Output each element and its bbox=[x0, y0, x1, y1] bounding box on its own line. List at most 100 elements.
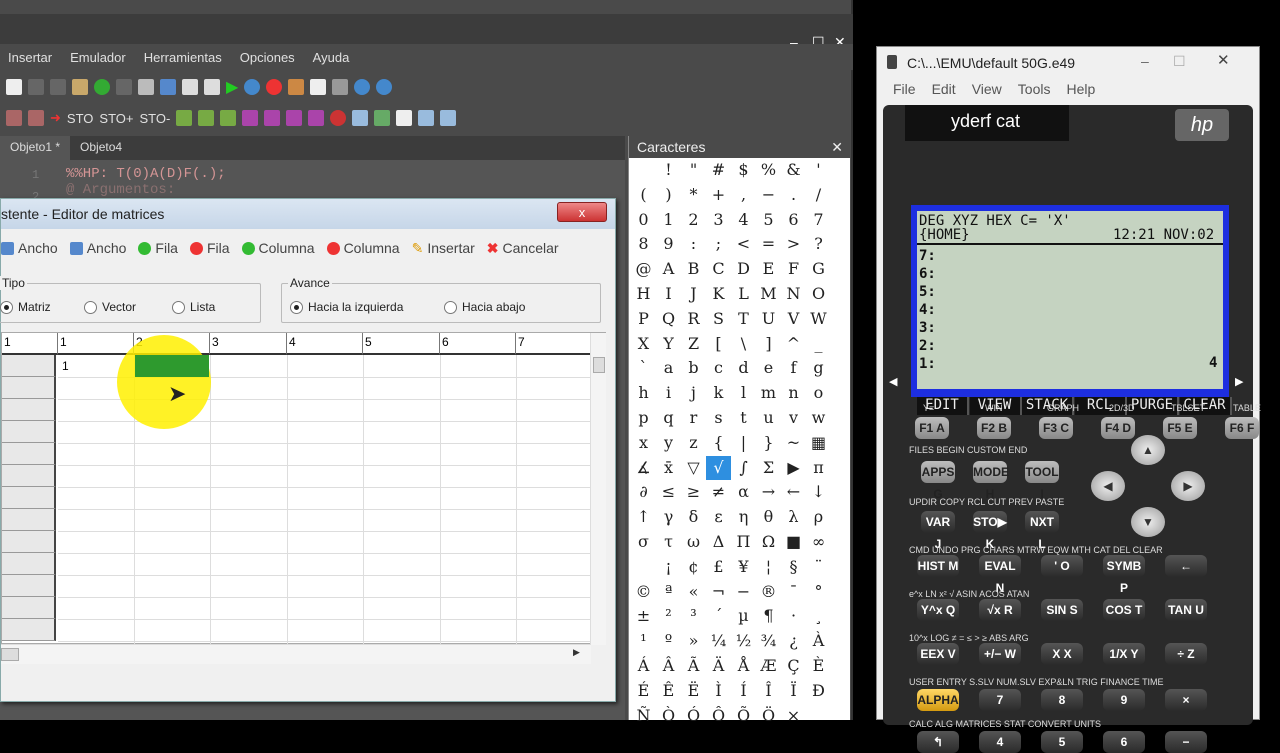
char-cell[interactable]: w bbox=[806, 406, 831, 431]
key-row7-2[interactable]: 8 bbox=[1041, 689, 1083, 711]
char-cell[interactable]: ∫ bbox=[731, 456, 756, 481]
menu-view[interactable]: View bbox=[972, 81, 1002, 103]
list-icon[interactable] bbox=[418, 110, 435, 126]
key-2[interactable]: NXT L bbox=[1025, 511, 1059, 551]
char-cell[interactable]: \ bbox=[731, 332, 756, 357]
char-cell[interactable]: É bbox=[631, 679, 656, 704]
char-cell[interactable]: 4 bbox=[731, 208, 756, 233]
char-cell[interactable]: f bbox=[781, 356, 806, 381]
char-cell[interactable]: § bbox=[781, 555, 806, 580]
char-cell[interactable]: ≤ bbox=[656, 480, 681, 505]
key-row6-3[interactable]: 1/X Y bbox=[1103, 643, 1145, 665]
char-cell[interactable]: ¥ bbox=[731, 555, 756, 580]
char-cell[interactable]: # bbox=[706, 158, 731, 183]
key-row8-0[interactable]: ↰ bbox=[917, 731, 959, 753]
char-cell[interactable]: k bbox=[706, 381, 731, 406]
char-cell[interactable] bbox=[631, 158, 656, 183]
row-header[interactable] bbox=[2, 575, 56, 597]
char-cell[interactable]: h bbox=[631, 381, 656, 406]
copy-icon[interactable] bbox=[50, 79, 66, 95]
char-cell[interactable]: W bbox=[806, 307, 831, 332]
globe-icon[interactable] bbox=[330, 110, 347, 126]
char-cell[interactable]: b bbox=[681, 356, 706, 381]
char-cell[interactable]: a bbox=[656, 356, 681, 381]
char-cell[interactable]: · bbox=[781, 604, 806, 629]
screen-icon[interactable] bbox=[204, 79, 220, 95]
key-row6-2[interactable]: X X bbox=[1041, 643, 1083, 665]
sto-button[interactable]: STO bbox=[67, 111, 94, 126]
char-cell[interactable]: % bbox=[756, 158, 781, 183]
add-row-button[interactable]: Fila bbox=[138, 240, 178, 256]
char-cell[interactable]: B bbox=[681, 257, 706, 282]
dialog-close-button[interactable]: x bbox=[557, 202, 607, 222]
char-cell[interactable]: D bbox=[731, 257, 756, 282]
calc-icon[interactable] bbox=[182, 79, 198, 95]
char-cell[interactable]: Ö bbox=[756, 704, 781, 729]
sto-plus-button[interactable]: STO+ bbox=[99, 111, 133, 126]
key-row6-0[interactable]: EEX V bbox=[917, 643, 959, 665]
char-cell[interactable]: ; bbox=[706, 232, 731, 257]
char-cell[interactable]: ≠ bbox=[706, 480, 731, 505]
char-cell[interactable]: Y bbox=[656, 332, 681, 357]
key-row7-0[interactable]: ALPHA bbox=[917, 689, 959, 711]
char-cell[interactable]: 7 bbox=[806, 208, 831, 233]
char-cell[interactable]: ´ bbox=[706, 604, 731, 629]
char-cell[interactable]: Ò bbox=[656, 704, 681, 729]
column-header[interactable]: 4 bbox=[287, 333, 363, 355]
char-cell[interactable]: N bbox=[781, 282, 806, 307]
char-cell[interactable]: µ bbox=[731, 604, 756, 629]
new-file-icon[interactable] bbox=[6, 79, 22, 95]
char-cell[interactable]: ¼ bbox=[706, 629, 731, 654]
char-cell[interactable]: 1 bbox=[656, 208, 681, 233]
char-cell[interactable]: z bbox=[681, 431, 706, 456]
char-cell[interactable]: . bbox=[781, 183, 806, 208]
menu-emulador[interactable]: Emulador bbox=[70, 50, 126, 65]
char-cell[interactable]: Π bbox=[731, 530, 756, 555]
maximize-icon[interactable]: ☐ bbox=[1173, 53, 1186, 70]
char-cell[interactable]: Ì bbox=[706, 679, 731, 704]
insert-button[interactable]: ✎ Insertar bbox=[412, 240, 475, 257]
char-cell[interactable]: Ó bbox=[681, 704, 706, 729]
char-cell[interactable]: ³ bbox=[681, 604, 706, 629]
key-row4-1[interactable]: EVAL N bbox=[979, 555, 1021, 595]
char-cell[interactable]: ~ bbox=[781, 431, 806, 456]
window-icon[interactable] bbox=[396, 110, 413, 126]
menu-edit[interactable]: Edit bbox=[932, 81, 956, 103]
char-cell[interactable]: c bbox=[706, 356, 731, 381]
arrow-down-key[interactable]: ▼ bbox=[1131, 507, 1165, 537]
key-row7-3[interactable]: 9 bbox=[1103, 689, 1145, 711]
key-row5-0[interactable]: Y^x Q bbox=[917, 599, 959, 621]
char-cell[interactable]: δ bbox=[681, 505, 706, 530]
key-row5-1[interactable]: √x R bbox=[979, 599, 1021, 621]
char-cell[interactable]: → bbox=[756, 480, 781, 505]
char-cell[interactable]: l bbox=[731, 381, 756, 406]
scroll-thumb[interactable] bbox=[1, 648, 19, 661]
char-cell[interactable]: Ô bbox=[706, 704, 731, 729]
row-header[interactable] bbox=[2, 399, 56, 421]
char-cell[interactable]: ¾ bbox=[756, 629, 781, 654]
char-cell[interactable]: ∡ bbox=[631, 456, 656, 481]
char-cell[interactable]: ▽ bbox=[681, 456, 706, 481]
char-cell[interactable]: ² bbox=[656, 604, 681, 629]
key-row7-4[interactable]: × bbox=[1165, 689, 1207, 711]
if-icon[interactable] bbox=[176, 110, 193, 126]
f6-key[interactable]: F6 F bbox=[1225, 417, 1259, 439]
tab-objeto1[interactable]: Objeto1 * bbox=[0, 136, 71, 160]
char-cell[interactable]: Ω bbox=[756, 530, 781, 555]
char-cell[interactable]: ■ bbox=[781, 530, 806, 555]
char-cell[interactable]: x̄ bbox=[656, 456, 681, 481]
selected-cell[interactable] bbox=[135, 355, 209, 377]
char-cell[interactable]: u bbox=[756, 406, 781, 431]
key-tool[interactable]: TOOL I bbox=[1025, 461, 1059, 501]
char-cell[interactable]: R bbox=[681, 307, 706, 332]
row-header[interactable] bbox=[2, 355, 56, 377]
char-cell[interactable]: ` bbox=[631, 356, 656, 381]
char-cell[interactable]: ^ bbox=[781, 332, 806, 357]
char-cell[interactable]: q bbox=[656, 406, 681, 431]
char-cell[interactable]: Ñ bbox=[631, 704, 656, 729]
char-cell[interactable]: ↓ bbox=[806, 480, 831, 505]
panel-icon[interactable] bbox=[440, 110, 457, 126]
char-cell[interactable]: ρ bbox=[806, 505, 831, 530]
key-row6-4[interactable]: ÷ Z bbox=[1165, 643, 1207, 665]
char-cell[interactable]: ° bbox=[806, 580, 831, 605]
